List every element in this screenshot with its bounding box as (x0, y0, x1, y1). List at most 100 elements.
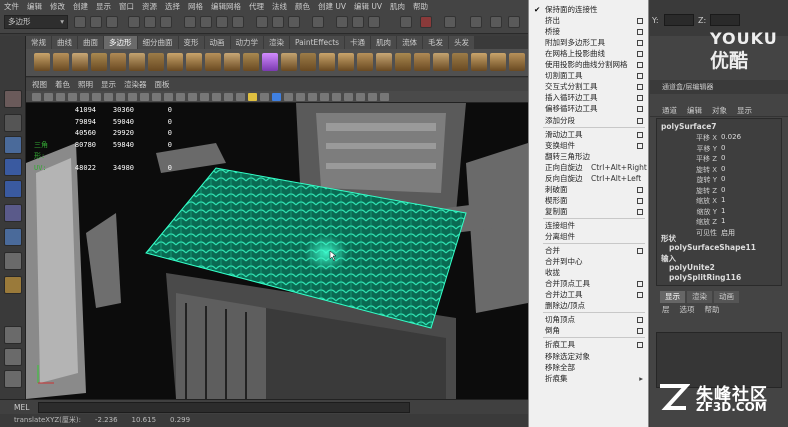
layer-tab[interactable]: 渲染 (687, 291, 712, 303)
channel-label[interactable]: 缩放 Z (661, 217, 717, 227)
option-box-icon[interactable] (637, 62, 643, 69)
option-box-icon[interactable] (637, 73, 643, 80)
menu-item[interactable]: 法线 (272, 1, 287, 12)
channel-value[interactable]: 1 (721, 217, 725, 225)
menu-item[interactable]: 显示 (96, 1, 111, 12)
option-box-icon[interactable] (637, 197, 643, 204)
menu-item[interactable]: 编辑 UV (354, 1, 382, 12)
viewport-toolbar-icon[interactable] (272, 93, 281, 101)
viewport-toolbar-icon[interactable] (368, 93, 377, 101)
viewport-toolbar-icon[interactable] (116, 93, 125, 101)
shelf-tool-icon[interactable] (243, 53, 259, 71)
render-frame-icon[interactable] (336, 16, 348, 28)
viewport-toolbar-icon[interactable] (200, 93, 209, 101)
menu-item[interactable]: 颜色 (295, 1, 310, 12)
edge-mask-icon[interactable] (216, 16, 228, 28)
shelf-tool-icon[interactable] (471, 53, 487, 71)
menu-item[interactable]: 帮助 (413, 1, 428, 12)
soft-mod-icon[interactable] (4, 252, 22, 270)
viewport-toolbar-icon[interactable] (344, 93, 353, 101)
menu-item[interactable]: 网格 (188, 1, 203, 12)
viewport-toolbar-icon[interactable] (236, 93, 245, 101)
shelf-tab[interactable]: 常规 (26, 36, 51, 49)
viewport-toolbar-icon[interactable] (32, 93, 41, 101)
viewport-toolbar-icon[interactable] (104, 93, 113, 101)
viewport-toolbar-icon[interactable] (380, 93, 389, 101)
channel-label[interactable]: 旋转 Y (661, 175, 717, 185)
menu-item[interactable]: 编辑 (27, 1, 42, 12)
shelf-tab[interactable]: PaintEffects (290, 36, 345, 49)
shelf-tool-icon[interactable] (414, 53, 430, 71)
shape-name[interactable]: polySurfaceShape11 (669, 243, 756, 252)
single-pane-layout-icon[interactable] (4, 326, 22, 344)
viewport-toolbar-icon[interactable] (296, 93, 305, 101)
input-node[interactable]: polyUnite2 (669, 263, 715, 272)
option-box-icon[interactable] (637, 51, 643, 58)
viewport-toolbar-icon[interactable] (68, 93, 77, 101)
option-box-icon[interactable] (637, 248, 643, 255)
viewport-toolbar-icon[interactable] (332, 93, 341, 101)
channel-menu-item[interactable]: 显示 (737, 104, 752, 116)
shelf-tab[interactable]: 卡通 (345, 36, 371, 49)
option-box-icon[interactable] (637, 186, 643, 193)
shelf-tab[interactable]: 渲染 (264, 36, 289, 49)
channel-label[interactable]: 缩放 Y (661, 207, 717, 217)
shelf-tool-icon[interactable] (186, 53, 202, 71)
viewport-menu-item[interactable]: 视图 (32, 78, 47, 91)
option-box-icon[interactable] (637, 40, 643, 47)
layer-menu-item[interactable]: 层 (662, 304, 670, 315)
shelf-tool-icon[interactable] (129, 53, 145, 71)
channel-value[interactable]: 1 (721, 196, 725, 204)
option-box-icon[interactable] (637, 342, 643, 349)
option-box-icon[interactable] (637, 117, 643, 124)
option-box-icon[interactable] (637, 131, 643, 138)
input-node[interactable]: polySplitRing116 (669, 273, 741, 282)
viewport-toolbar-icon[interactable] (92, 93, 101, 101)
viewport-toolbar-icon[interactable] (152, 93, 161, 101)
menu-item[interactable]: 编辑网格 (211, 1, 241, 12)
option-box-icon[interactable] (637, 281, 643, 288)
two-pane-layout-icon[interactable] (4, 370, 22, 388)
shelf-tab[interactable]: 变形 (178, 36, 204, 49)
channel-label[interactable]: 平移 X (661, 133, 717, 143)
rotate-tool-icon[interactable] (4, 180, 22, 198)
coord-z-input[interactable] (710, 14, 740, 26)
select-tool-icon[interactable] (4, 90, 22, 108)
pick-mask-icon[interactable] (184, 16, 196, 28)
save-scene-icon[interactable] (106, 16, 118, 28)
channel-label[interactable]: 平移 Y (661, 144, 717, 154)
menu-item[interactable]: 窗口 (119, 1, 134, 12)
shelf-tool-icon[interactable] (395, 53, 411, 71)
channel-value[interactable]: 0 (721, 175, 725, 183)
channel-label[interactable]: 旋转 Z (661, 186, 717, 196)
context-menu-item[interactable]: 删除边/顶点 (529, 300, 648, 312)
mode-selector[interactable]: 多边形 (4, 15, 68, 29)
viewport-toolbar-icon[interactable] (44, 93, 53, 101)
new-scene-icon[interactable] (74, 16, 86, 28)
viewport-toolbar-icon[interactable] (308, 93, 317, 101)
menu-item[interactable]: 肌肉 (390, 1, 405, 12)
shelf-tool-icon[interactable] (338, 53, 354, 71)
menu-item[interactable]: 代理 (249, 1, 264, 12)
tool-settings-icon[interactable] (508, 16, 520, 28)
viewport-toolbar-icon[interactable] (212, 93, 221, 101)
option-box-icon[interactable] (637, 142, 643, 149)
shelf-tool-icon[interactable] (262, 53, 278, 71)
snap-curve-icon[interactable] (272, 16, 284, 28)
viewport-toolbar-icon[interactable] (224, 93, 233, 101)
viewport-toolbar-icon[interactable] (248, 93, 257, 101)
channel-menu-item[interactable]: 编辑 (687, 104, 702, 116)
attribute-editor-icon[interactable] (490, 16, 502, 28)
viewport-toolbar-icon[interactable] (284, 93, 293, 101)
scale-tool-icon[interactable] (4, 204, 22, 222)
shelf-tab[interactable]: 动力学 (230, 36, 263, 49)
menu-item[interactable]: 创建 (73, 1, 88, 12)
viewport-menu-item[interactable]: 显示 (101, 78, 116, 91)
viewport-toolbar-icon[interactable] (176, 93, 185, 101)
context-menu-item[interactable]: 添加分段 (529, 115, 648, 127)
coord-y-input[interactable] (664, 14, 694, 26)
four-pane-layout-icon[interactable] (4, 348, 22, 366)
open-scene-icon[interactable] (90, 16, 102, 28)
shelf-tool-icon[interactable] (91, 53, 107, 71)
shelf-tool-icon[interactable] (53, 53, 69, 71)
